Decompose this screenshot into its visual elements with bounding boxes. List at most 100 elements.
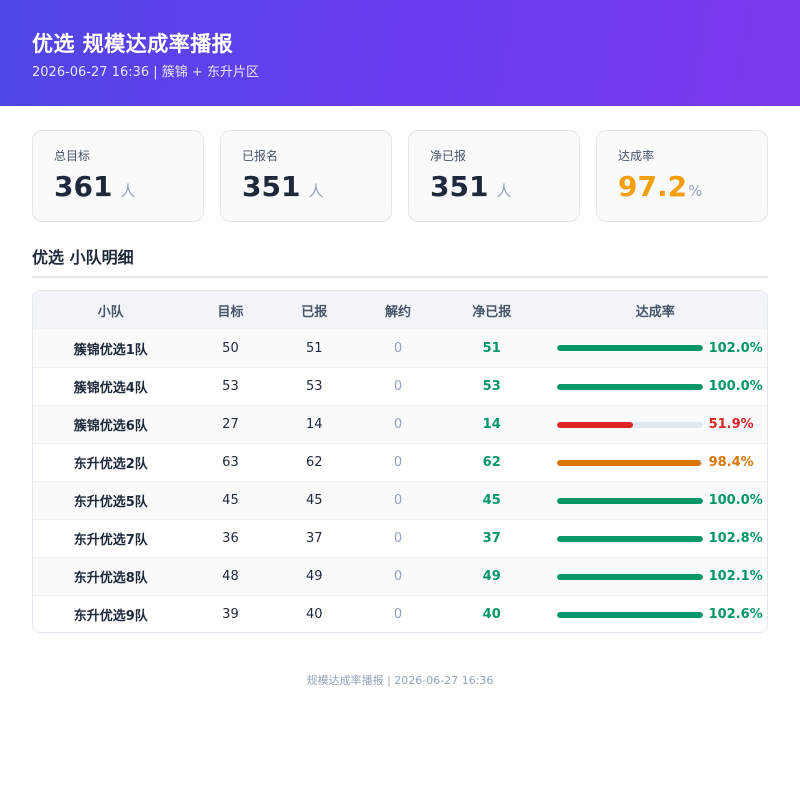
column-header-rate: 达成率 <box>635 304 675 320</box>
cell-net: 51 <box>482 340 501 356</box>
progress-bar-fill <box>556 497 703 504</box>
cell-team: 簇锦优选6队 <box>73 419 148 434</box>
card-net-registered: 净已报 351 人 <box>408 130 580 222</box>
rate-value: 102.1% <box>708 569 763 584</box>
cell-reported: 51 <box>305 340 323 356</box>
cell-net: 45 <box>482 493 501 508</box>
progress-bar <box>556 611 703 618</box>
cell-rate: 102.1% <box>544 569 767 584</box>
cell-cancelled: 0 <box>393 455 403 470</box>
rate-value: 51.9% <box>708 417 754 432</box>
card-registered: 已报名 351 人 <box>220 130 392 222</box>
column-header-reported: 已报 <box>301 304 328 320</box>
card-value: 361 <box>54 170 113 203</box>
cell-target: 48 <box>222 569 239 584</box>
cell-rate: 51.9% <box>544 417 767 432</box>
cell-rate: 102.8% <box>544 531 767 546</box>
table-body: 簇锦优选1队 50 51 0 51 102.0% 簇锦优选4队 53 53 0 53 100.0% 簇锦… <box>33 329 767 632</box>
cell-target: 63 <box>222 455 239 470</box>
column-header-cancelled: 解约 <box>384 304 411 320</box>
card-value: 351 <box>242 170 301 203</box>
cell-net: 53 <box>482 379 501 394</box>
card-label: 净已报 <box>430 149 467 163</box>
column-header-net: 净已报 <box>472 304 512 320</box>
cell-rate: 102.0% <box>544 341 767 356</box>
cell-reported: 14 <box>305 417 323 432</box>
table-row: 东升优选2队 63 62 0 62 98.4% <box>33 443 767 481</box>
cell-target: 45 <box>222 493 239 508</box>
cell-team: 簇锦优选4队 <box>73 381 148 396</box>
cell-team: 东升优选8队 <box>73 571 148 586</box>
progress-bar <box>556 383 703 390</box>
progress-bar-fill <box>556 421 633 428</box>
cell-rate: 98.4% <box>544 455 767 470</box>
cell-cancelled: 0 <box>393 417 403 432</box>
cell-reported: 37 <box>305 531 323 546</box>
cell-net: 62 <box>482 455 501 470</box>
cell-cancelled: 0 <box>393 531 403 546</box>
table-row: 簇锦优选1队 50 51 0 51 102.0% <box>33 329 767 367</box>
cell-cancelled: 0 <box>393 493 403 508</box>
cell-team: 东升优选5队 <box>73 495 148 510</box>
table-row: 簇锦优选6队 27 14 0 14 51.9% <box>33 405 767 443</box>
rate-value: 102.8% <box>708 531 763 546</box>
cell-net: 40 <box>482 607 501 622</box>
table-row: 东升优选8队 48 49 0 49 102.1% <box>33 557 767 595</box>
cell-rate: 100.0% <box>544 379 767 394</box>
cell-reported: 40 <box>305 607 323 622</box>
cell-target: 53 <box>222 379 239 394</box>
table-row: 簇锦优选4队 53 53 0 53 100.0% <box>33 367 767 405</box>
card-unit: 人 <box>496 182 512 200</box>
progress-bar-fill <box>556 611 703 618</box>
card-unit: 人 <box>308 182 324 200</box>
cell-reported: 62 <box>305 455 323 470</box>
cell-target: 36 <box>222 531 239 546</box>
progress-bar <box>556 345 703 351</box>
cell-target: 27 <box>222 417 239 432</box>
rate-value: 100.0% <box>708 493 763 508</box>
card-value: 97.2 <box>618 170 688 203</box>
progress-bar <box>556 497 703 504</box>
cell-reported: 53 <box>305 379 323 394</box>
cell-cancelled: 0 <box>393 569 403 584</box>
table-row: 东升优选7队 36 37 0 37 102.8% <box>33 519 767 557</box>
rate-value: 100.0% <box>708 379 763 394</box>
cell-net: 49 <box>482 569 501 584</box>
progress-bar-fill <box>556 573 703 580</box>
progress-bar-fill <box>556 459 701 466</box>
cell-cancelled: 0 <box>393 607 403 622</box>
page-title: 优选 规模达成率播报 <box>32 32 234 56</box>
cell-team: 东升优选9队 <box>73 609 148 624</box>
cell-net: 37 <box>482 531 501 546</box>
rate-value: 102.6% <box>708 607 763 622</box>
page-subtitle: 2026-06-27 16:36 | 簇锦 + 东升片区 <box>32 65 259 80</box>
summary-cards: 总目标 361 人 已报名 351 人 净已报 351 人 达成率 97.2% <box>32 130 768 222</box>
cell-reported: 45 <box>305 493 323 508</box>
card-achievement-rate: 达成率 97.2% <box>596 130 768 222</box>
progress-bar <box>556 459 703 466</box>
cell-team: 东升优选7队 <box>73 533 148 548</box>
card-label: 已报名 <box>242 149 279 163</box>
progress-bar <box>556 573 703 580</box>
card-unit: % <box>688 182 703 200</box>
rate-value: 102.0% <box>708 340 763 356</box>
cell-team: 东升优选2队 <box>73 457 148 472</box>
cell-net: 14 <box>482 417 501 432</box>
progress-bar <box>556 421 703 428</box>
cell-reported: 49 <box>305 569 323 584</box>
rate-value: 98.4% <box>708 455 754 470</box>
cell-rate: 100.0% <box>544 493 767 508</box>
cell-target: 50 <box>222 340 239 356</box>
table-row: 东升优选5队 45 45 0 45 100.0% <box>33 481 767 519</box>
progress-bar-fill <box>556 383 703 390</box>
card-label: 总目标 <box>54 149 91 163</box>
progress-bar-fill <box>556 345 703 351</box>
progress-bar-fill <box>556 535 703 542</box>
column-header-team: 小队 <box>97 304 124 320</box>
cell-cancelled: 0 <box>393 379 403 394</box>
section-title: 优选 小队明细 <box>32 248 768 278</box>
card-value: 351 <box>430 170 489 203</box>
cell-rate: 102.6% <box>544 607 767 622</box>
header-banner: 优选 规模达成率播报 2026-06-27 16:36 | 簇锦 + 东升片区 <box>0 0 800 106</box>
card-total-target: 总目标 361 人 <box>32 130 204 222</box>
